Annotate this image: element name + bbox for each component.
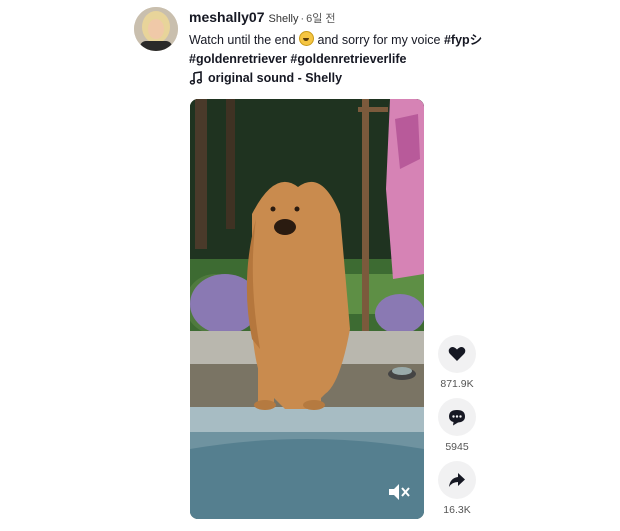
share-count: 16.3K xyxy=(443,504,471,516)
caption: Watch until the end and sorry for my voi… xyxy=(189,31,609,69)
separator-dot: · xyxy=(300,13,305,25)
grinning-sweat-emoji-icon xyxy=(299,31,315,46)
music-label: original sound - Shelly xyxy=(208,71,343,85)
author-line: meshally07 Shelly · 6일 전 xyxy=(189,9,609,26)
video-player[interactable] xyxy=(190,99,424,519)
caption-text-2: and sorry for my voice xyxy=(317,33,441,47)
comment-action: 5945 xyxy=(437,398,477,453)
like-button[interactable] xyxy=(438,335,476,373)
hashtag-fyp[interactable]: #fypシ xyxy=(444,33,482,47)
share-button[interactable] xyxy=(438,461,476,499)
share-arrow-icon xyxy=(449,473,465,487)
music-note-icon xyxy=(189,71,203,85)
share-action: 16.3K xyxy=(437,461,477,516)
like-count: 871.9K xyxy=(440,378,474,390)
comment-button[interactable] xyxy=(438,398,476,436)
post-meta: meshally07 Shelly · 6일 전 Watch until the… xyxy=(189,9,609,69)
like-action: 871.9K xyxy=(437,335,477,390)
music-link[interactable]: original sound - Shelly xyxy=(189,71,342,85)
comment-bubble-icon xyxy=(449,409,465,425)
post-time: 6일 전 xyxy=(306,13,336,25)
hashtags-golden[interactable]: #goldenretriever #goldenretrieverlife xyxy=(189,52,406,66)
nickname: Shelly xyxy=(268,13,299,25)
video-frame-dog xyxy=(190,99,424,519)
heart-icon xyxy=(448,347,466,361)
muted-speaker-icon[interactable] xyxy=(386,481,412,503)
avatar-image xyxy=(134,7,178,51)
post-header: meshally07 Shelly · 6일 전 Watch until the… xyxy=(134,7,614,92)
avatar[interactable] xyxy=(134,7,178,51)
username-link[interactable]: meshally07 xyxy=(189,9,265,25)
caption-text: Watch until the end xyxy=(189,33,296,47)
comment-count: 5945 xyxy=(445,441,469,453)
